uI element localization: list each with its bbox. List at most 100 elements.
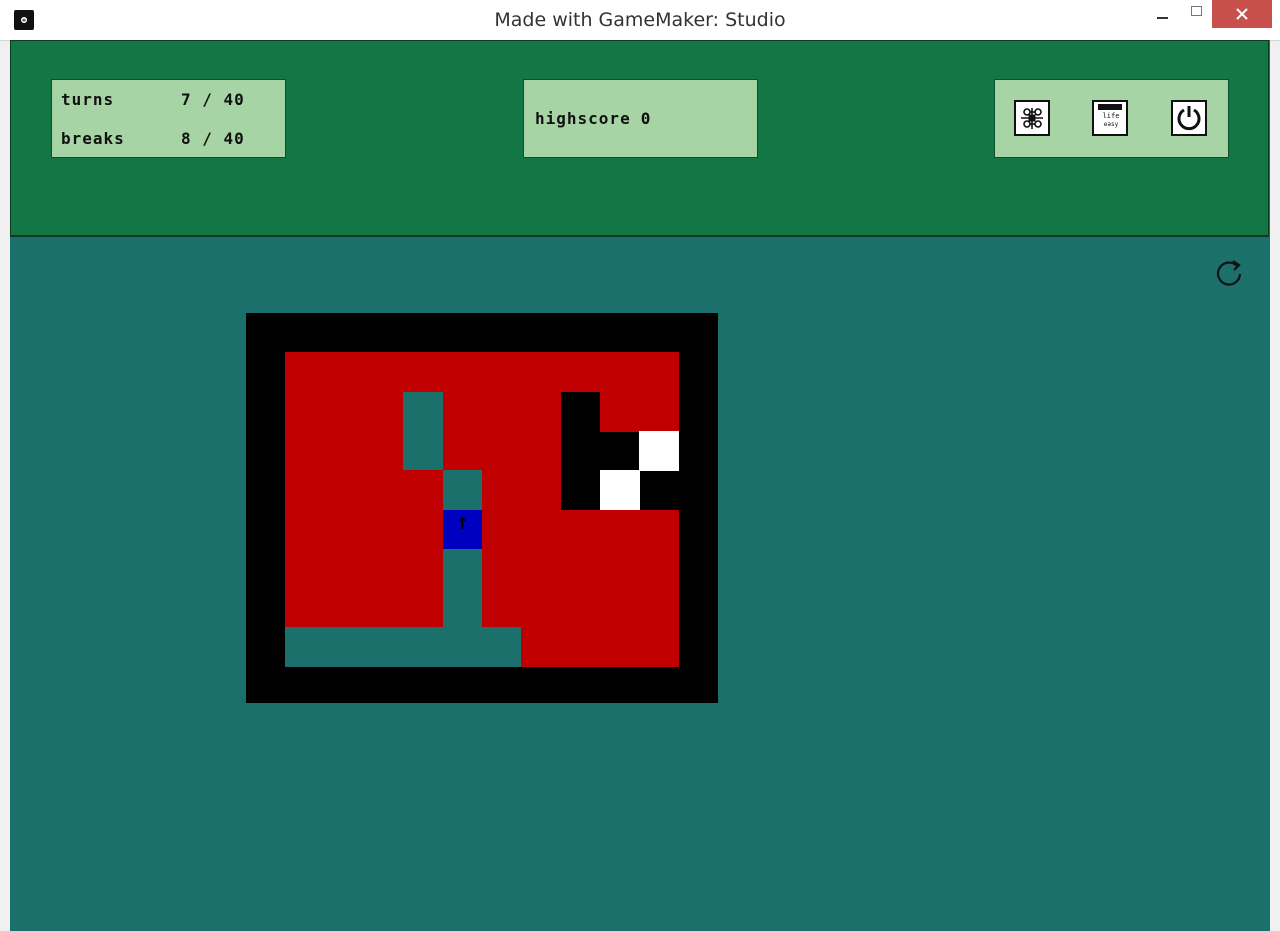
breakable-cell xyxy=(599,509,640,550)
breakable-cell xyxy=(599,588,640,629)
breakable-cell xyxy=(403,470,444,511)
mode-top-text: life xyxy=(1102,112,1120,120)
window-titlebar: ʘ Made with GameMaker: Studio xyxy=(0,0,1280,41)
breakable-cell xyxy=(521,352,562,393)
open-cell xyxy=(363,627,404,668)
menu-buttons-panel: life easy xyxy=(994,79,1229,158)
breakable-cell xyxy=(521,509,562,550)
breakable-cell xyxy=(403,352,444,393)
breakable-cell xyxy=(481,470,522,511)
breakable-cell xyxy=(363,352,404,393)
maximize-icon xyxy=(1190,6,1202,16)
mode-bottom-text: easy xyxy=(1103,121,1119,128)
minimize-button[interactable] xyxy=(1148,0,1176,28)
breakable-cell xyxy=(363,391,404,432)
breakable-cell xyxy=(442,352,483,393)
breakable-cell xyxy=(599,391,640,432)
breakable-cell xyxy=(521,391,562,432)
highscore-row: highscore 0 xyxy=(535,109,651,128)
open-cell xyxy=(403,430,444,471)
turns-value: 7 / 40 xyxy=(181,90,245,109)
breakable-cell xyxy=(481,509,522,550)
breakable-cell xyxy=(521,548,562,589)
maximize-button[interactable] xyxy=(1182,0,1210,28)
breaks-value: 8 / 40 xyxy=(181,129,245,148)
breakable-cell xyxy=(324,352,365,393)
breakable-cell xyxy=(285,352,326,393)
breakable-cell xyxy=(639,548,679,589)
open-cell xyxy=(403,627,444,668)
close-icon xyxy=(1236,8,1248,20)
breakable-cell xyxy=(324,470,365,511)
player-cell[interactable]: ↑ xyxy=(442,509,483,550)
breakable-cell xyxy=(560,588,601,629)
highscore-label: highscore xyxy=(535,109,631,128)
open-cell xyxy=(324,627,365,668)
breakable-cell xyxy=(324,391,365,432)
network-icon xyxy=(1021,108,1043,129)
breakable-cell xyxy=(639,352,679,393)
minimize-icon xyxy=(1156,17,1168,19)
breakable-cell xyxy=(285,588,326,629)
breakable-cell xyxy=(521,627,562,668)
breakable-cell xyxy=(363,470,404,511)
turns-label: turns xyxy=(61,90,115,109)
breakable-cell xyxy=(481,352,522,393)
breaks-label: breaks xyxy=(61,129,125,148)
breakable-cell xyxy=(324,509,365,550)
breakable-cell xyxy=(521,430,562,471)
restart-button[interactable] xyxy=(1211,256,1247,292)
breakable-cell xyxy=(560,627,601,668)
open-cell xyxy=(285,627,326,668)
breakable-cell xyxy=(285,509,326,550)
breakable-cell xyxy=(442,391,483,432)
open-cell xyxy=(481,627,522,668)
breakable-cell xyxy=(324,588,365,629)
close-button[interactable] xyxy=(1212,0,1272,28)
mode-button[interactable]: life easy xyxy=(1092,100,1128,136)
game-board: ↑ xyxy=(246,313,718,703)
breakable-cell xyxy=(324,548,365,589)
breakable-cell xyxy=(285,470,326,511)
breakable-cell xyxy=(403,548,444,589)
breakable-cell xyxy=(560,352,601,393)
open-cell xyxy=(442,627,483,668)
power-button[interactable] xyxy=(1171,100,1207,136)
open-cell xyxy=(442,548,483,589)
power-icon xyxy=(1177,106,1201,131)
breakable-cell xyxy=(403,588,444,629)
breakable-cell xyxy=(560,548,601,589)
player-arrow-icon: ↑ xyxy=(455,513,470,533)
breakable-cell xyxy=(363,509,404,550)
breakable-cell xyxy=(363,548,404,589)
mode-card-icon: life easy xyxy=(1094,101,1126,135)
highscore-value: 0 xyxy=(640,109,652,128)
breakable-cell xyxy=(363,588,404,629)
breakable-cell xyxy=(285,430,326,471)
breakable-cell xyxy=(363,430,404,471)
breakable-cell xyxy=(442,430,483,471)
restart-icon xyxy=(1216,260,1242,286)
breakable-cell xyxy=(481,548,522,589)
mode-header-bar xyxy=(1098,104,1122,110)
breakable-cell xyxy=(639,588,679,629)
breakable-cell xyxy=(599,352,640,393)
breakable-cell xyxy=(521,588,562,629)
breakable-cell xyxy=(639,391,679,432)
breakable-cell xyxy=(639,509,679,550)
open-cell xyxy=(403,391,444,432)
stats-panel: turns 7 / 40 breaks 8 / 40 xyxy=(51,79,286,158)
breakable-cell xyxy=(324,430,365,471)
goal-cell xyxy=(599,470,640,511)
breakable-cell xyxy=(560,509,601,550)
breakable-cell xyxy=(639,627,679,668)
breakable-cell xyxy=(521,470,562,511)
network-button[interactable] xyxy=(1014,100,1050,136)
goal-cell xyxy=(639,430,679,471)
open-cell xyxy=(442,588,483,629)
breakable-cell xyxy=(403,509,444,550)
hud-bar: turns 7 / 40 breaks 8 / 40 highscore 0 l… xyxy=(10,40,1269,237)
highscore-panel: highscore 0 xyxy=(523,79,758,158)
breakable-cell xyxy=(285,391,326,432)
breakable-cell xyxy=(599,548,640,589)
